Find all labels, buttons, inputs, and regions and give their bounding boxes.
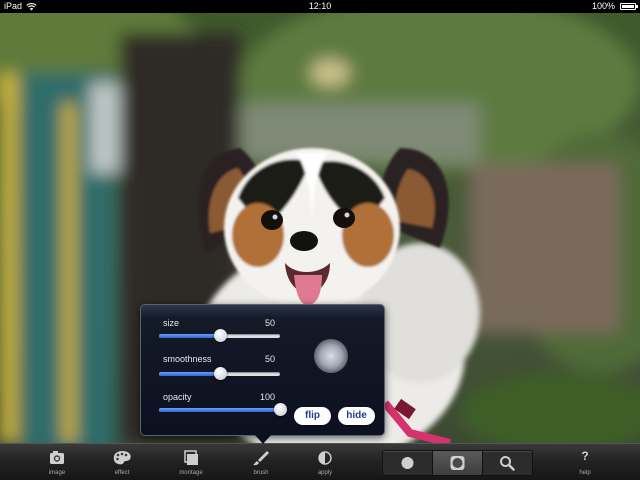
image-tool-label: image bbox=[48, 470, 66, 476]
montage-tool-label: montage bbox=[179, 470, 203, 476]
battery-percentage: 100% bbox=[591, 1, 615, 11]
square-circle-icon bbox=[450, 456, 465, 470]
slider-thumb[interactable] bbox=[213, 367, 227, 380]
effect-tool-button[interactable]: effect bbox=[97, 444, 147, 480]
opacity-label: opacity bbox=[163, 392, 192, 402]
flip-button[interactable]: flip bbox=[294, 407, 331, 425]
smoothness-slider[interactable] bbox=[159, 367, 280, 380]
image-tool-button[interactable]: image bbox=[32, 444, 82, 480]
brush-tool-button[interactable]: brush bbox=[236, 444, 286, 480]
size-value: 50 bbox=[264, 318, 275, 328]
panel-pointer bbox=[255, 435, 271, 444]
apply-tool-button[interactable]: apply bbox=[300, 444, 350, 480]
battery-icon bbox=[620, 3, 638, 10]
effect-tool-label: effect bbox=[114, 470, 130, 476]
size-label: size bbox=[163, 318, 180, 328]
camera-icon bbox=[50, 451, 64, 464]
montage-tool-button[interactable]: montage bbox=[166, 444, 216, 480]
help-button[interactable]: ? help bbox=[560, 444, 610, 480]
brush-preview bbox=[314, 339, 348, 373]
hide-button[interactable]: hide bbox=[338, 407, 375, 425]
help-label: help bbox=[579, 470, 591, 476]
opacity-value: 100 bbox=[259, 392, 275, 402]
question-mark-icon: ? bbox=[581, 449, 589, 463]
smoothness-label: smoothness bbox=[163, 354, 212, 364]
square-view-button[interactable] bbox=[433, 451, 482, 475]
size-slider[interactable] bbox=[159, 329, 280, 342]
smoothness-value: 50 bbox=[264, 354, 275, 364]
montage-icon bbox=[184, 450, 198, 465]
brush-tool-label: brush bbox=[253, 470, 269, 476]
slider-thumb[interactable] bbox=[213, 329, 227, 342]
brush-icon bbox=[253, 451, 269, 466]
zoom-button[interactable] bbox=[483, 451, 532, 475]
status-bar: iPad 12:10 100% bbox=[0, 0, 640, 13]
half-circle-icon bbox=[318, 451, 332, 465]
circle-view-button[interactable] bbox=[383, 451, 432, 475]
brush-settings-panel: size 50 smoothness 50 opacity 100 flip h… bbox=[140, 304, 385, 436]
apply-tool-label: apply bbox=[317, 470, 333, 476]
bottom-toolbar: image effect montage brush apply ? help bbox=[0, 443, 640, 480]
magnifier-icon bbox=[500, 456, 515, 471]
slider-thumb[interactable] bbox=[274, 403, 287, 416]
opacity-slider[interactable] bbox=[159, 403, 287, 416]
palette-icon bbox=[113, 451, 131, 465]
view-mode-segmented-control bbox=[382, 450, 533, 476]
clock: 12:10 bbox=[308, 1, 332, 11]
circle-icon bbox=[401, 457, 414, 469]
